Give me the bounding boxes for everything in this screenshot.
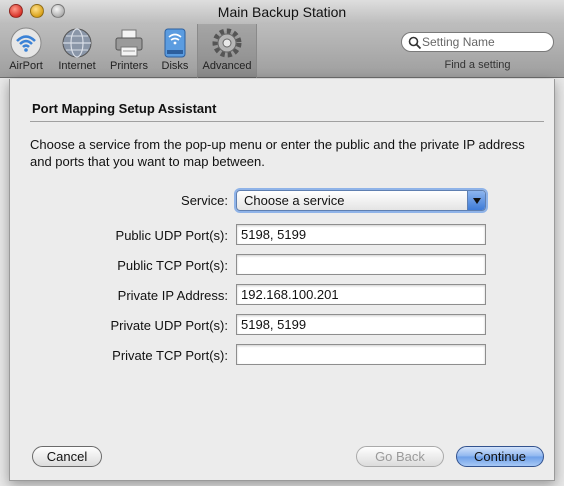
- search-hint: Find a setting: [444, 59, 511, 71]
- private-tcp-input[interactable]: [236, 344, 486, 365]
- public-udp-input[interactable]: [236, 224, 486, 245]
- public-tcp-label: Public TCP Port(s):: [117, 258, 228, 273]
- private-ip-input[interactable]: [236, 284, 486, 305]
- search-field[interactable]: [401, 32, 554, 52]
- public-udp-label: Public UDP Port(s):: [115, 228, 228, 243]
- toolbar-item-label: AirPort: [9, 60, 43, 72]
- cancel-button[interactable]: Cancel: [32, 446, 102, 467]
- public-tcp-input[interactable]: [236, 254, 486, 275]
- service-popup[interactable]: Choose a service: [236, 190, 486, 211]
- title-bar: Main Backup Station: [0, 0, 564, 24]
- toolbar-item-advanced[interactable]: Advanced: [197, 24, 257, 78]
- disk-icon: [164, 28, 186, 58]
- go-back-button[interactable]: Go Back: [356, 446, 444, 467]
- printer-icon: [115, 29, 143, 57]
- private-tcp-label: Private TCP Port(s):: [112, 348, 228, 363]
- window-title: Main Backup Station: [217, 4, 347, 20]
- private-udp-input[interactable]: [236, 314, 486, 335]
- service-popup-value: Choose a service: [244, 193, 345, 208]
- toolbar-item-label: Internet: [58, 60, 96, 72]
- divider: [30, 121, 544, 122]
- toolbar-item-printers[interactable]: Printers: [104, 24, 154, 78]
- search-input[interactable]: [422, 34, 548, 50]
- toolbar-item-label: Printers: [110, 60, 148, 72]
- toolbar-item-internet[interactable]: Internet: [53, 24, 101, 78]
- toolbar-item-airport[interactable]: AirPort: [2, 24, 50, 78]
- toolbar: AirPort Internet Printers Disks Advanced…: [0, 24, 564, 78]
- gear-icon: [212, 28, 242, 58]
- toolbar-item-label: Disks: [161, 60, 189, 72]
- toolbar-item-disks[interactable]: Disks: [157, 24, 193, 78]
- port-mapping-sheet: Port Mapping Setup Assistant Choose a se…: [9, 79, 555, 481]
- window: Main Backup Station AirPort Internet Pri…: [0, 0, 564, 486]
- toolbar-item-label: Advanced: [202, 60, 252, 72]
- search-icon: [408, 36, 422, 50]
- chevron-down-icon: [467, 191, 485, 210]
- private-udp-label: Private UDP Port(s):: [110, 318, 228, 333]
- airport-icon: [10, 27, 42, 59]
- service-label: Service:: [181, 193, 228, 208]
- private-ip-label: Private IP Address:: [117, 288, 228, 303]
- globe-icon: [62, 28, 92, 58]
- sheet-title: Port Mapping Setup Assistant: [32, 101, 217, 116]
- continue-button[interactable]: Continue: [456, 446, 544, 467]
- instructions-text: Choose a service from the pop-up menu or…: [30, 137, 525, 169]
